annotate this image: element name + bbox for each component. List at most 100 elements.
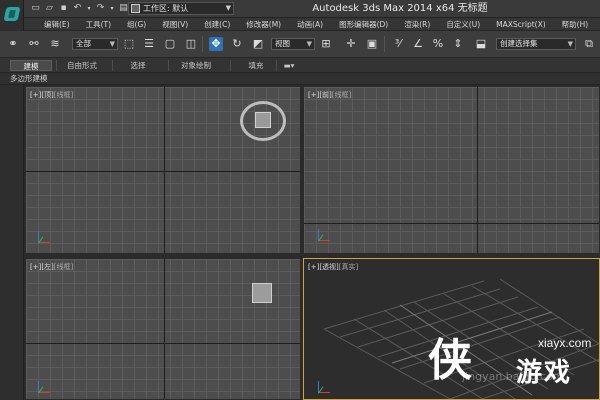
application-button[interactable] [0,0,24,31]
axis-tripod-icon [316,225,334,243]
menu-modifiers[interactable]: 修改器(M) [238,18,289,31]
polygon-modeling-panel-label[interactable]: 多边形建模 [10,73,48,85]
viewport-shading[interactable]: [线框] [332,91,351,99]
viewport-shading[interactable]: [真实] [339,263,358,271]
viewport-top[interactable]: [+][顶][线框] [25,86,301,254]
chevron-down-icon: ▼ [306,40,312,48]
spinner-snap-icon[interactable]: ⇕ [451,37,465,51]
menu-views[interactable]: 视图(V) [154,18,196,31]
toolbar-separator [384,36,385,52]
new-file-icon[interactable]: ▭ [30,3,41,14]
viewport-shading[interactable]: [线框] [54,263,73,271]
menu-bar: 编辑(E) 工具(T) 组(G) 视图(V) 创建(C) 修改器(M) 动画(A… [24,18,600,31]
viewport-plus-menu[interactable]: [+] [30,91,41,99]
viewport-shading[interactable]: [线框] [54,91,73,99]
tab-separator [112,60,113,71]
select-and-move-icon[interactable]: ✥ [209,37,223,51]
select-and-rotate-icon[interactable]: ↻ [230,37,244,51]
edit-named-selection-icon[interactable]: ⬓ [474,37,488,51]
window-crossing-icon[interactable]: ◫ [184,37,198,51]
mirror-icon[interactable]: ⧉ [582,37,596,51]
ribbon-options-icon[interactable]: ▬▾ [280,60,298,71]
site-watermark: jingyan.baidu.com 侠 xiayx.com 游戏 [420,322,600,400]
tab-modeling[interactable]: 建模 [10,60,52,71]
menu-group[interactable]: 组(G) [119,18,154,31]
viewcube-icon[interactable] [252,283,272,303]
keyboard-shortcut-override-icon[interactable]: ▣ [365,37,379,51]
save-icon[interactable]: ▪ [58,3,69,14]
3dsmax-logo-icon [3,7,21,21]
viewport-plus-menu[interactable]: [+] [308,91,319,99]
viewcube-icon[interactable] [255,112,271,128]
grid-y-axis [164,87,165,253]
viewport-point-of-view[interactable]: [左] [41,263,53,271]
workspace-label: 工作区: 默认 [143,4,189,13]
rectangular-selection-icon[interactable]: ▢ [163,37,177,51]
select-and-scale-icon[interactable]: ◩ [251,37,265,51]
viewport-plus-menu[interactable]: [+] [308,263,319,271]
window-title: Autodesk 3ds Max 2014 x64 无标题 [312,3,488,14]
title-bar: ▭ ▱ ▪ ↶ ▾ ↷ ▾ ▤ 工作区: 默认 ▼ Autodesk 3ds M… [0,0,600,18]
quick-access-toolbar: ▭ ▱ ▪ ↶ ▾ ↷ ▾ ▤ [30,3,129,15]
select-and-manipulate-icon[interactable]: ✛ [344,37,358,51]
viewport-point-of-view[interactable]: [顶] [41,91,53,99]
unlink-selection-icon[interactable]: ⚯ [27,37,41,51]
axis-tripod-icon [36,227,54,245]
menu-rendering[interactable]: 渲染(R) [396,18,438,31]
redo-dropdown-icon[interactable]: ▾ [109,3,115,14]
menu-maxscript[interactable]: MAXScript(X) [488,18,553,31]
chevron-down-icon: ▼ [225,4,231,12]
bind-to-space-warp-icon[interactable]: ≋ [48,37,62,51]
select-object-icon[interactable]: ⬚ [122,37,136,51]
viewport-label[interactable]: [+][左][线框] [30,262,73,272]
viewport-left[interactable]: [+][左][线框] [25,258,301,400]
reference-coordinate-value: 视图 [275,39,290,48]
viewport-plus-menu[interactable]: [+] [30,263,41,271]
selection-filter-dropdown[interactable]: 全部 ▼ [72,38,118,50]
named-selection-sets-dropdown[interactable]: 创建选择集 ▼ [496,38,576,50]
grid-x-axis [304,223,599,224]
axis-tripod-icon [36,377,54,395]
angle-snap-icon[interactable]: ∠ [411,37,425,51]
open-folder-icon[interactable]: ▱ [44,3,55,14]
menu-animation[interactable]: 动画(A) [289,18,331,31]
use-pivot-center-icon[interactable]: ⊞ [319,37,333,51]
watermark-logo: 侠 [428,335,472,386]
menu-graph-editors[interactable]: 图形编辑器(D) [331,18,396,31]
ribbon-panel-bar: 多边形建模 [0,73,600,85]
menu-customize[interactable]: 自定义(U) [438,18,488,31]
viewport-point-of-view[interactable]: [前] [319,91,331,99]
menu-create[interactable]: 创建(C) [196,18,238,31]
menu-tools[interactable]: 工具(T) [78,18,119,31]
viewport-point-of-view[interactable]: [透视] [319,263,338,271]
select-by-name-icon[interactable]: ☰ [142,37,156,51]
workspace-dropdown[interactable]: 工作区: 默认 ▼ [128,2,234,15]
menu-edit[interactable]: 编辑(E) [36,18,78,31]
reference-coordinate-dropdown[interactable]: 视图 ▼ [271,38,315,50]
tab-populate[interactable]: 填充 [234,60,278,71]
menu-help[interactable]: 帮助(H) [554,18,597,31]
grid-z-axis [164,259,165,399]
viewport-label[interactable]: [+][顶][线框] [30,90,73,100]
tab-separator [230,60,231,71]
grid-z-axis [477,87,478,253]
undo-dropdown-icon[interactable]: ▾ [86,3,92,14]
viewport-label[interactable]: [+][透视][真实] [308,262,358,272]
redo-icon[interactable]: ↷ [95,3,106,14]
undo-icon[interactable]: ↶ [72,3,83,14]
axis-tripod-icon [316,377,334,395]
selection-filter-value: 全部 [76,39,91,48]
tab-object-paint[interactable]: 对象绘制 [172,60,220,71]
viewport-label[interactable]: [+][前][线框] [308,90,351,100]
percent-snap-icon[interactable]: % [431,37,445,51]
tab-selection[interactable]: 选择 [116,60,160,71]
snaps-toggle-icon[interactable]: ³⁄ [391,37,405,51]
watermark-name: 游戏 [516,358,573,388]
named-selection-sets-value: 创建选择集 [500,39,538,48]
tab-separator [168,60,169,71]
workspace-icon [131,4,140,13]
viewport-front[interactable]: [+][前][线框] [303,86,600,254]
tab-freeform[interactable]: 自由形式 [60,60,104,71]
select-and-link-icon[interactable]: ⚭ [6,37,20,51]
main-toolbar: ⚭ ⚯ ≋ 全部 ▼ ⬚ ☰ ▢ ◫ ✥ ↻ ◩ 视图 ▼ ⊞ ✛ ▣ ³⁄ ∠… [0,31,600,58]
